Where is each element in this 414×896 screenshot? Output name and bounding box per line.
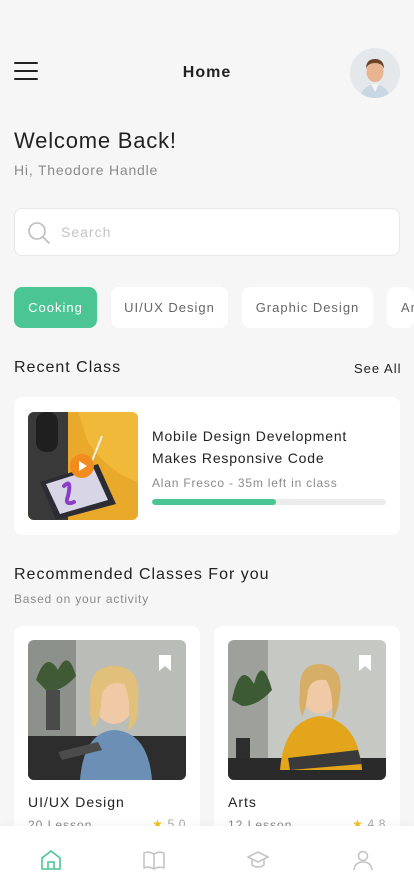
class-image bbox=[28, 640, 186, 780]
profile-icon[interactable] bbox=[351, 848, 375, 872]
category-chip-cooking[interactable]: Cooking bbox=[14, 287, 97, 328]
search-input[interactable] bbox=[61, 209, 381, 255]
recommended-subtitle: Based on your activity bbox=[14, 592, 149, 606]
search-icon bbox=[28, 222, 50, 244]
class-name: UI/UX Design bbox=[28, 794, 125, 810]
greeting-text: Hi, Theodore Handle bbox=[14, 162, 159, 178]
class-image bbox=[228, 640, 386, 780]
book-icon[interactable] bbox=[142, 848, 166, 872]
search-bar[interactable] bbox=[14, 208, 400, 256]
progress-fill bbox=[152, 499, 277, 505]
recent-class-thumbnail bbox=[28, 412, 138, 520]
bookmark-icon[interactable] bbox=[158, 654, 172, 672]
recent-class-heading: Recent Class bbox=[14, 359, 122, 376]
avatar[interactable] bbox=[350, 48, 400, 98]
bottom-nav bbox=[0, 826, 414, 896]
class-name: Arts bbox=[228, 794, 257, 810]
category-chip-art[interactable]: Art bbox=[387, 287, 414, 328]
progress-bar bbox=[152, 499, 386, 505]
home-icon[interactable] bbox=[39, 848, 63, 872]
category-chip-graphic-design[interactable]: Graphic Design bbox=[242, 287, 373, 328]
graduation-cap-icon[interactable] bbox=[246, 848, 270, 872]
see-all-link[interactable]: See All bbox=[354, 361, 401, 376]
recommended-heading: Recommended Classes For you bbox=[14, 566, 270, 583]
recent-class-card[interactable]: Mobile Design Development Makes Responsi… bbox=[14, 397, 400, 535]
recent-class-title: Mobile Design Development Makes Responsi… bbox=[152, 428, 348, 466]
recent-class-meta: Alan Fresco - 35m left in class bbox=[152, 476, 338, 490]
bookmark-icon[interactable] bbox=[358, 654, 372, 672]
play-icon[interactable] bbox=[70, 454, 94, 478]
welcome-title: Welcome Back! bbox=[14, 128, 177, 153]
category-chip-ui-ux-design[interactable]: UI/UX Design bbox=[111, 287, 228, 328]
